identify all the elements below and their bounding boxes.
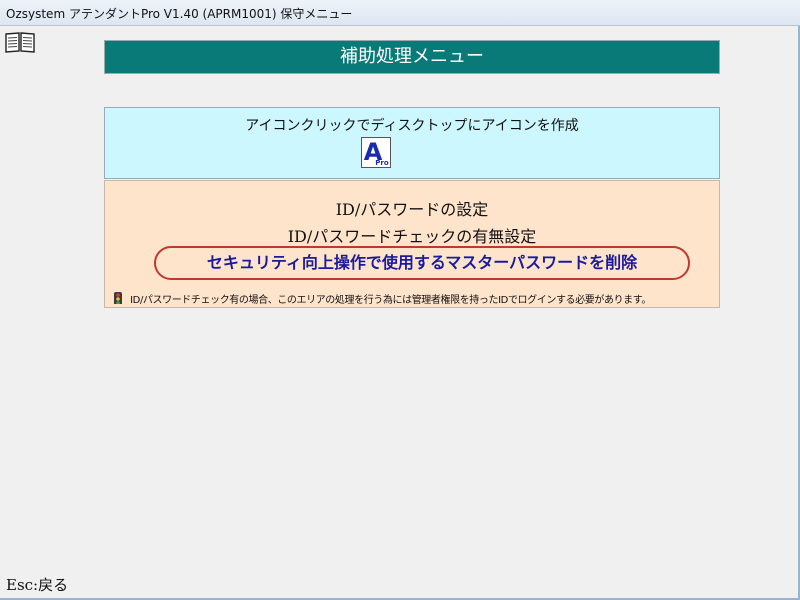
- esc-back-label[interactable]: Esc:戻る: [6, 574, 68, 595]
- open-book-icon: [5, 32, 35, 53]
- id-password-setting-link[interactable]: ID/パスワードの設定: [105, 196, 719, 220]
- desktop-icon-label: アイコンクリックでディスクトップにアイコンを作成: [245, 118, 579, 134]
- page-title: 補助処理メニュー: [104, 40, 720, 74]
- id-password-check-setting-link[interactable]: ID/パスワードチェックの有無設定: [105, 223, 719, 247]
- attendant-pro-logo-icon: A Pro: [362, 138, 390, 167]
- window-title: Ozsystem アテンダントPro V1.40 (APRM1001) 保守メニ…: [6, 7, 353, 21]
- title-bar: Ozsystem アテンダントPro V1.40 (APRM1001) 保守メニ…: [0, 0, 800, 26]
- desktop-icon-panel: アイコンクリックでディスクトップにアイコンを作成 A Pro: [104, 107, 720, 179]
- manual-button[interactable]: [4, 30, 36, 54]
- delete-master-password-button[interactable]: セキュリティ向上操作で使用するマスターパスワードを削除: [154, 246, 690, 280]
- traffic-signal-icon: [114, 291, 122, 304]
- app-pro-icon[interactable]: A Pro: [361, 137, 391, 168]
- admin-note-text: ID/パスワードチェック有の場合、このエリアの処理を行う為には管理者権限を持った…: [130, 295, 651, 304]
- svg-text:Pro: Pro: [375, 159, 389, 167]
- admin-note: ID/パスワードチェック有の場合、このエリアの処理を行う為には管理者権限を持った…: [111, 288, 715, 304]
- security-panel: ID/パスワードの設定 ID/パスワードチェックの有無設定 セキュリティ向上操作…: [104, 180, 720, 308]
